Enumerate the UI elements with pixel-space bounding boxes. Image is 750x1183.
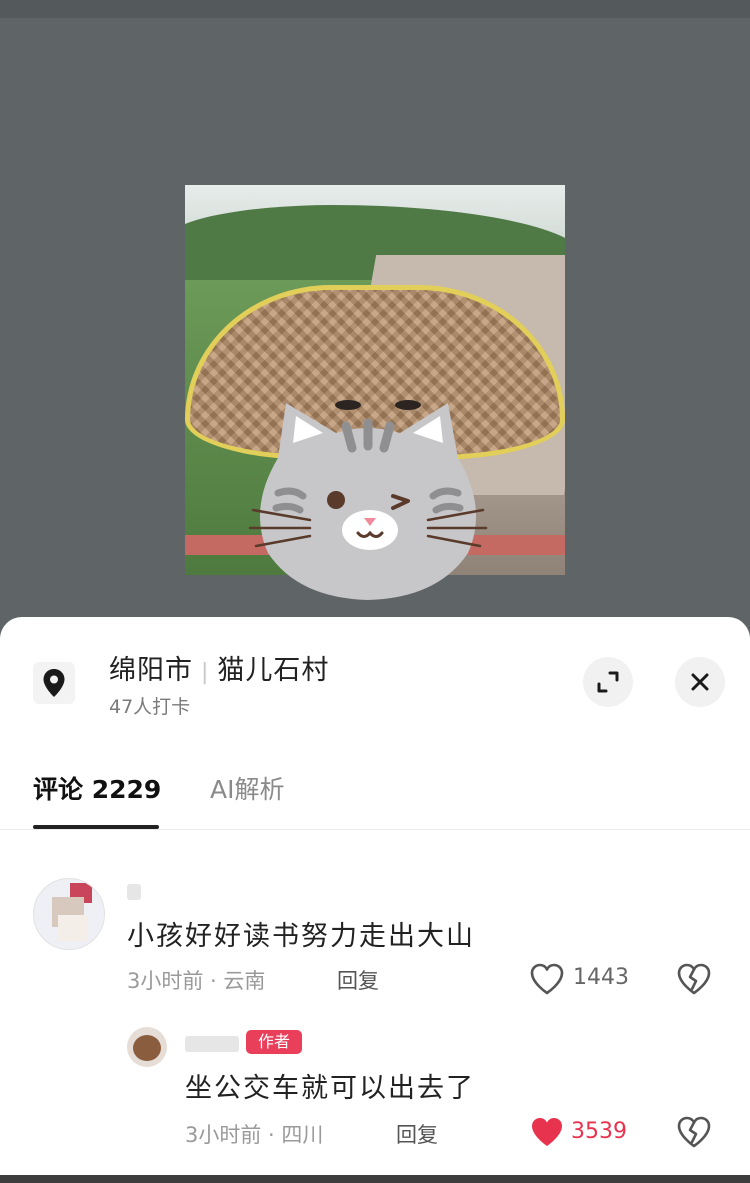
location-pin-icon xyxy=(33,662,75,704)
like-count: 1443 xyxy=(573,965,629,990)
checkin-count: 47人打卡 xyxy=(109,696,191,718)
broken-heart-icon[interactable] xyxy=(676,1115,712,1149)
expand-button[interactable] xyxy=(583,657,633,707)
reply-button[interactable]: 回复 xyxy=(337,965,379,995)
cat-sticker xyxy=(248,403,488,600)
location-title[interactable]: 绵阳市 | 猫儿石村 xyxy=(109,648,329,687)
comment-text: 小孩好好读书努力走出大山 xyxy=(127,921,475,952)
author-badge: 作者 xyxy=(246,1030,302,1054)
like-count: 3539 xyxy=(571,1119,627,1144)
username-redacted xyxy=(185,1036,239,1052)
tabs-divider xyxy=(0,829,750,830)
heart-icon[interactable] xyxy=(529,962,565,996)
location-village: 猫儿石村 xyxy=(217,655,330,686)
reply-text: 坐公交车就可以出去了 xyxy=(185,1073,475,1104)
location-separator: | xyxy=(201,660,210,685)
close-icon xyxy=(691,673,709,691)
reply-button[interactable]: 回复 xyxy=(396,1119,438,1149)
avatar[interactable] xyxy=(127,1027,167,1067)
broken-heart-icon[interactable] xyxy=(676,962,712,996)
close-button[interactable] xyxy=(675,657,725,707)
tab-ai-analysis[interactable]: AI解析 xyxy=(210,770,284,806)
location-city: 绵阳市 xyxy=(109,655,193,686)
expand-icon xyxy=(597,671,619,693)
tab-comments[interactable]: 评论 2229 xyxy=(33,770,161,806)
avatar[interactable] xyxy=(33,878,105,950)
username-redacted xyxy=(127,884,141,900)
comment-meta: 3小时前 · 云南 xyxy=(127,969,266,993)
status-strip xyxy=(0,0,750,18)
reply-meta: 3小时前 · 四川 xyxy=(185,1123,324,1147)
heart-icon[interactable] xyxy=(529,1115,565,1149)
bottom-strip xyxy=(0,1175,750,1183)
